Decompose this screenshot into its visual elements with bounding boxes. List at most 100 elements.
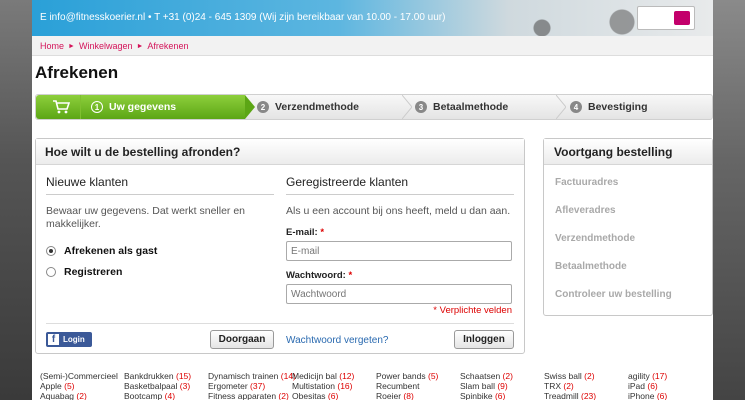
email-field[interactable] bbox=[286, 241, 512, 261]
new-customers-title: Nieuwe klanten bbox=[46, 175, 274, 195]
progress-item: Afleveradres bbox=[555, 205, 616, 216]
tag-column: (Semi-)Commercieel Apple (5) Aquabag (2) bbox=[40, 371, 118, 400]
step-label: Uw gegevens bbox=[109, 101, 177, 113]
facebook-login-button[interactable]: f Login bbox=[46, 332, 92, 347]
tag-link[interactable]: Swiss ball (2) bbox=[544, 371, 596, 381]
tag-link[interactable]: Dynamisch trainen (14) bbox=[208, 371, 296, 381]
breadcrumb-checkout[interactable]: Afrekenen bbox=[147, 41, 188, 51]
background-left bbox=[0, 0, 32, 400]
step-label: Verzendmethode bbox=[275, 101, 360, 113]
step-divider bbox=[80, 95, 81, 119]
tag-link[interactable]: TRX (2) bbox=[544, 381, 596, 391]
ideal-logo bbox=[674, 11, 690, 25]
tag-link[interactable]: Basketbalpaal (3) bbox=[124, 381, 191, 391]
step-4[interactable]: 4 Bevestiging bbox=[568, 95, 648, 119]
tag-column: Medicijn bal (12) Multistation (16) Obesit… bbox=[292, 371, 354, 400]
tag-link[interactable]: Medicijn bal (12) bbox=[292, 371, 354, 381]
step-number: 3 bbox=[415, 101, 427, 113]
tag-link[interactable]: Recumbent bbox=[376, 381, 438, 391]
trust-badges[interactable] bbox=[637, 6, 695, 30]
tag-column: Bankdrukken (15) Basketbalpaal (3) Bootcam… bbox=[124, 371, 191, 400]
order-progress-heading: Voortgang bestelling bbox=[544, 139, 712, 165]
order-progress-list: Factuuradres Afleveradres Verzendmethode… bbox=[544, 177, 712, 303]
progress-item: Controleer uw bestelling bbox=[555, 289, 672, 300]
checkout-steps: 1 Uw gegevens 2 Verzendmethode 3 Betaalm… bbox=[35, 94, 713, 120]
step-label: Bevestiging bbox=[588, 101, 648, 113]
tag-link[interactable]: Schaatsen (2) bbox=[460, 371, 513, 381]
tag-column: agility (17) iPad (6) iPhone (6) bbox=[628, 371, 667, 400]
tag-link[interactable]: Bankdrukken (15) bbox=[124, 371, 191, 381]
progress-item: Factuuradres bbox=[555, 177, 619, 188]
step-arrow bbox=[245, 95, 255, 119]
tag-link[interactable]: Slam ball (9) bbox=[460, 381, 513, 391]
tag-cloud: (Semi-)Commercieel Apple (5) Aquabag (2) Ba… bbox=[40, 371, 713, 400]
tag-link[interactable]: Fitness apparaten (2) bbox=[208, 391, 296, 400]
tag-link[interactable]: Obesitas (6) bbox=[292, 391, 354, 400]
order-progress-panel: Voortgang bestelling Factuuradres Afleve… bbox=[543, 138, 713, 316]
breadcrumb: Home ► Winkelwagen ► Afrekenen bbox=[40, 41, 188, 51]
required-fields-note: * Verplichte velden bbox=[433, 305, 512, 316]
header-bar: E info@fitnesskoerier.nl • T +31 (0)24 -… bbox=[32, 0, 713, 36]
header-image bbox=[502, 0, 652, 36]
step-arrow bbox=[402, 95, 412, 119]
breadcrumb-cart[interactable]: Winkelwagen bbox=[79, 41, 133, 51]
facebook-icon: f bbox=[48, 334, 59, 345]
chevron-right-icon: ► bbox=[68, 42, 75, 50]
tag-column: Power bands (5) Recumbent Roeier (8) bbox=[376, 371, 438, 400]
password-field[interactable] bbox=[286, 284, 512, 304]
tag-link[interactable]: Power bands (5) bbox=[376, 371, 438, 381]
step-number: 2 bbox=[257, 101, 269, 113]
email-label: E-mail: * bbox=[286, 227, 325, 238]
tag-link[interactable]: Roeier (8) bbox=[376, 391, 438, 400]
tag-link[interactable]: Bootcamp (4) bbox=[124, 391, 191, 400]
chevron-right-icon: ► bbox=[136, 42, 144, 50]
progress-item: Betaalmethode bbox=[555, 261, 627, 272]
new-customers-text: Bewaar uw gegevens. Dat werkt sneller en… bbox=[46, 205, 246, 230]
password-label: Wachtwoord: * bbox=[286, 270, 353, 281]
tag-link[interactable]: Aquabag (2) bbox=[40, 391, 118, 400]
contact-info: E info@fitnesskoerier.nl • T +31 (0)24 -… bbox=[40, 12, 446, 23]
radio-guest[interactable]: Afrekenen als gast bbox=[46, 245, 274, 257]
continue-button[interactable]: Doorgaan bbox=[210, 330, 274, 349]
login-button[interactable]: Inloggen bbox=[454, 330, 514, 349]
tag-link[interactable]: iPhone (6) bbox=[628, 391, 667, 400]
panel-divider bbox=[46, 323, 514, 324]
registered-customers-text: Als u een account bij ons heeft, meld u … bbox=[286, 205, 511, 217]
step-2[interactable]: 2 Verzendmethode bbox=[255, 95, 359, 119]
tag-column: Schaatsen (2) Slam ball (9) Spinbike (6) bbox=[460, 371, 513, 400]
tag-link[interactable]: Treadmill (23) bbox=[544, 391, 596, 400]
breadcrumb-home[interactable]: Home bbox=[40, 41, 64, 51]
tag-column: Swiss ball (2) TRX (2) Treadmill (23) bbox=[544, 371, 596, 400]
checkout-heading: Hoe wilt u de bestelling afronden? bbox=[36, 139, 524, 165]
cart-icon bbox=[53, 100, 70, 114]
qshops-logo bbox=[642, 10, 670, 26]
new-customers-section: Nieuwe klanten Bewaar uw gegevens. Dat w… bbox=[46, 175, 274, 278]
tag-link[interactable]: Apple (5) bbox=[40, 381, 118, 391]
step-label: Betaalmethode bbox=[433, 101, 509, 113]
step-3[interactable]: 3 Betaalmethode bbox=[413, 95, 508, 119]
checkout-panel: Hoe wilt u de bestelling afronden? Nieuw… bbox=[35, 138, 525, 354]
registered-customers-title: Geregistreerde klanten bbox=[286, 175, 514, 195]
radio-checked-icon bbox=[46, 246, 56, 256]
registered-customers-section: Geregistreerde klanten Als u een account… bbox=[286, 175, 514, 316]
page: E info@fitnesskoerier.nl • T +31 (0)24 -… bbox=[32, 0, 713, 400]
tag-link[interactable]: Multistation (16) bbox=[292, 381, 354, 391]
tag-link[interactable]: iPad (6) bbox=[628, 381, 667, 391]
step-number: 1 bbox=[91, 101, 103, 113]
tag-link[interactable]: (Semi-)Commercieel bbox=[40, 371, 118, 381]
radio-guest-label: Afrekenen als gast bbox=[64, 245, 158, 257]
forgot-password-link[interactable]: Wachtwoord vergeten? bbox=[286, 335, 388, 346]
page-title: Afrekenen bbox=[35, 63, 119, 82]
radio-unchecked-icon bbox=[46, 267, 56, 277]
facebook-login-label: Login bbox=[63, 335, 85, 344]
tag-link[interactable]: Spinbike (6) bbox=[460, 391, 513, 400]
progress-item: Verzendmethode bbox=[555, 233, 636, 244]
step-number: 4 bbox=[570, 101, 582, 113]
tag-link[interactable]: agility (17) bbox=[628, 371, 667, 381]
step-1[interactable]: 1 Uw gegevens bbox=[36, 95, 245, 119]
radio-register[interactable]: Registreren bbox=[46, 266, 274, 278]
background-right bbox=[713, 0, 745, 400]
tag-link[interactable]: Ergometer (37) bbox=[208, 381, 296, 391]
tag-column: Dynamisch trainen (14) Ergometer (37) Fitn… bbox=[208, 371, 296, 400]
breadcrumb-bar: Home ► Winkelwagen ► Afrekenen bbox=[32, 36, 713, 56]
